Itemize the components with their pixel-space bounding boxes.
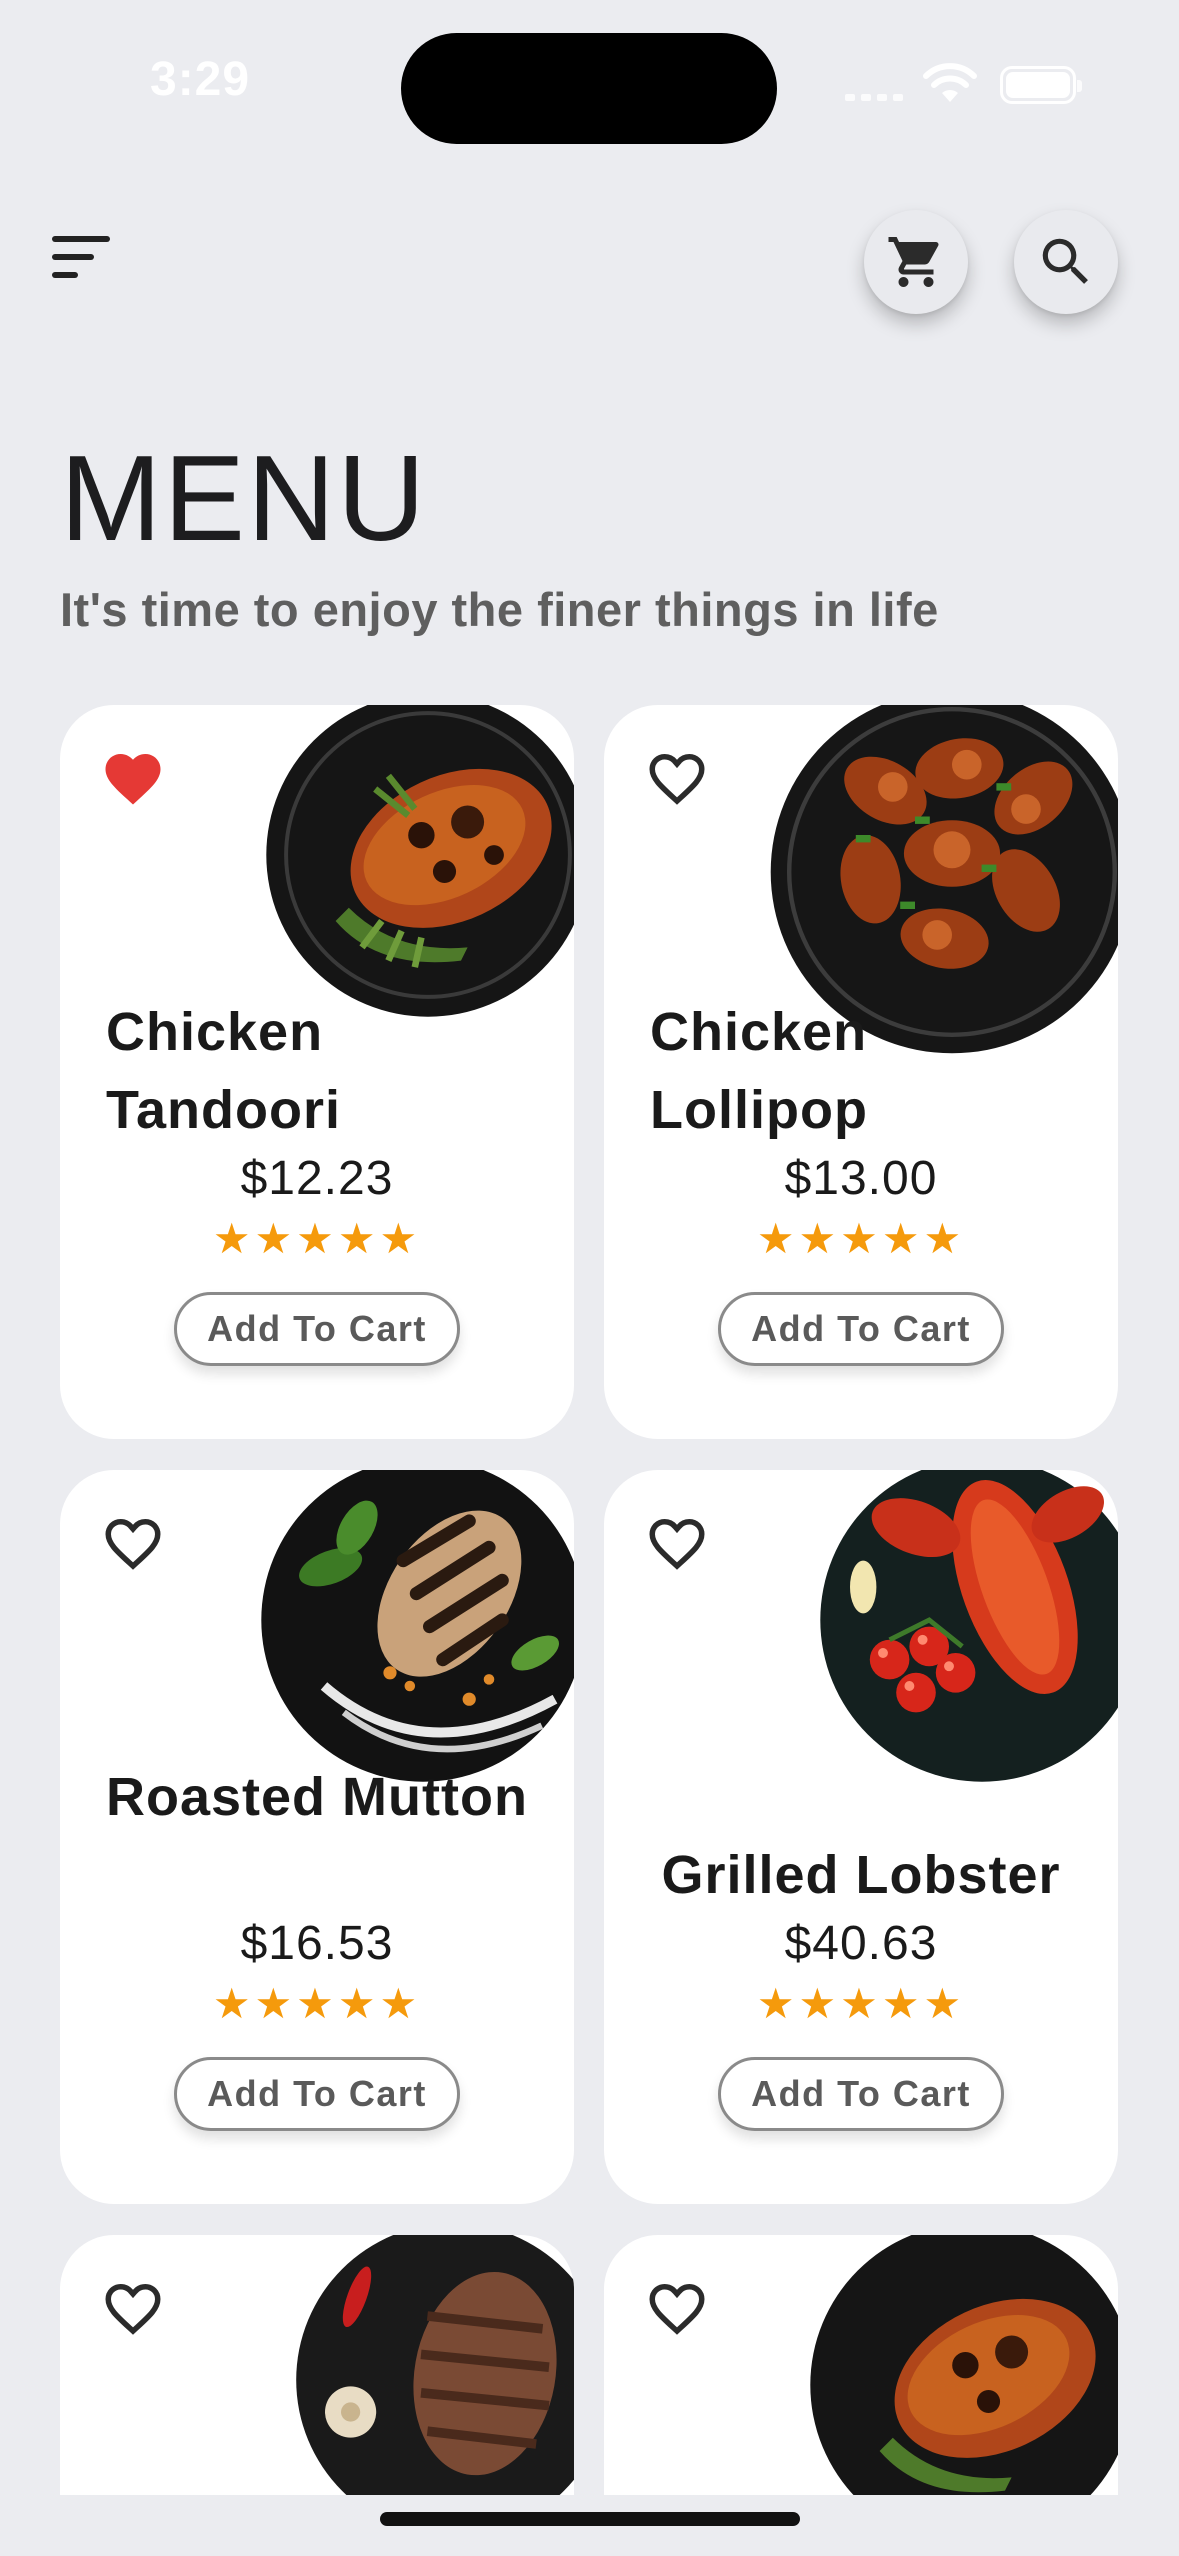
add-to-cart-button[interactable]: Add To Cart [718,2057,1004,2131]
favorite-heart-outline-icon[interactable] [100,2275,166,2337]
favorite-heart-outline-icon[interactable] [644,1510,710,1572]
menu-screen: 3:29 MENU It's time to enjoy the finer t… [0,0,1179,2556]
menu-item-card[interactable]: Chicken Lollipop $13.00 ★★★★★ Add To Car… [604,705,1118,1439]
battery-icon [1000,66,1082,104]
favorite-heart-icon[interactable] [100,745,166,807]
search-icon [1042,238,1088,284]
add-to-cart-button[interactable]: Add To Cart [718,1292,1004,1366]
rating-stars: ★★★★★ [756,1980,966,2027]
cart-icon [888,237,939,287]
menu-lines-icon[interactable] [52,236,116,286]
menu-item-card[interactable] [604,2235,1118,2495]
wifi-icon [923,63,977,102]
menu-item-card[interactable]: Roasted Mutton $16.53 ★★★★★ Add To Cart [60,1470,574,2204]
search-button[interactable] [1014,210,1118,314]
rating-stars: ★★★★★ [212,1215,422,1262]
chicken-tandoori-image [810,2235,1118,2495]
cart-button[interactable] [864,210,968,314]
chicken-tandoori-image [266,705,574,1017]
page-title: MENU [60,430,428,566]
dynamic-island [401,33,777,144]
item-name: Chicken Lollipop [650,1002,868,1140]
item-name: Chicken Tandoori [106,1002,341,1140]
menu-item-card[interactable]: Grilled Lobster $40.63 ★★★★★ Add To Cart [604,1470,1118,2204]
add-to-cart-button[interactable]: Add To Cart [174,2057,460,2131]
menu-item-card[interactable] [60,2235,574,2495]
item-name: Roasted Mutton [106,1767,528,1827]
rating-stars: ★★★★★ [756,1215,966,1262]
page-subtitle: It's time to enjoy the finer things in l… [60,583,939,636]
favorite-heart-outline-icon[interactable] [644,745,710,807]
grilled-steak-image [296,2235,574,2495]
favorite-heart-outline-icon[interactable] [100,1510,166,1572]
grilled-lobster-image [820,1470,1118,1782]
favorite-heart-outline-icon[interactable] [644,2275,710,2337]
item-price: $40.63 [784,1917,938,1970]
cellular-signal-icon [845,94,903,101]
item-price: $13.00 [784,1152,938,1205]
rating-stars: ★★★★★ [212,1980,422,2027]
menu-item-card[interactable]: Chicken Tandoori $12.23 ★★★★★ Add To Car… [60,705,574,1439]
item-price: $12.23 [240,1152,394,1205]
roasted-mutton-image [261,1470,574,1782]
home-indicator[interactable] [380,2512,800,2526]
status-time: 3:29 [150,53,251,106]
item-price: $16.53 [240,1917,394,1970]
item-name: Grilled Lobster [661,1845,1061,1905]
add-to-cart-button[interactable]: Add To Cart [174,1292,460,1366]
